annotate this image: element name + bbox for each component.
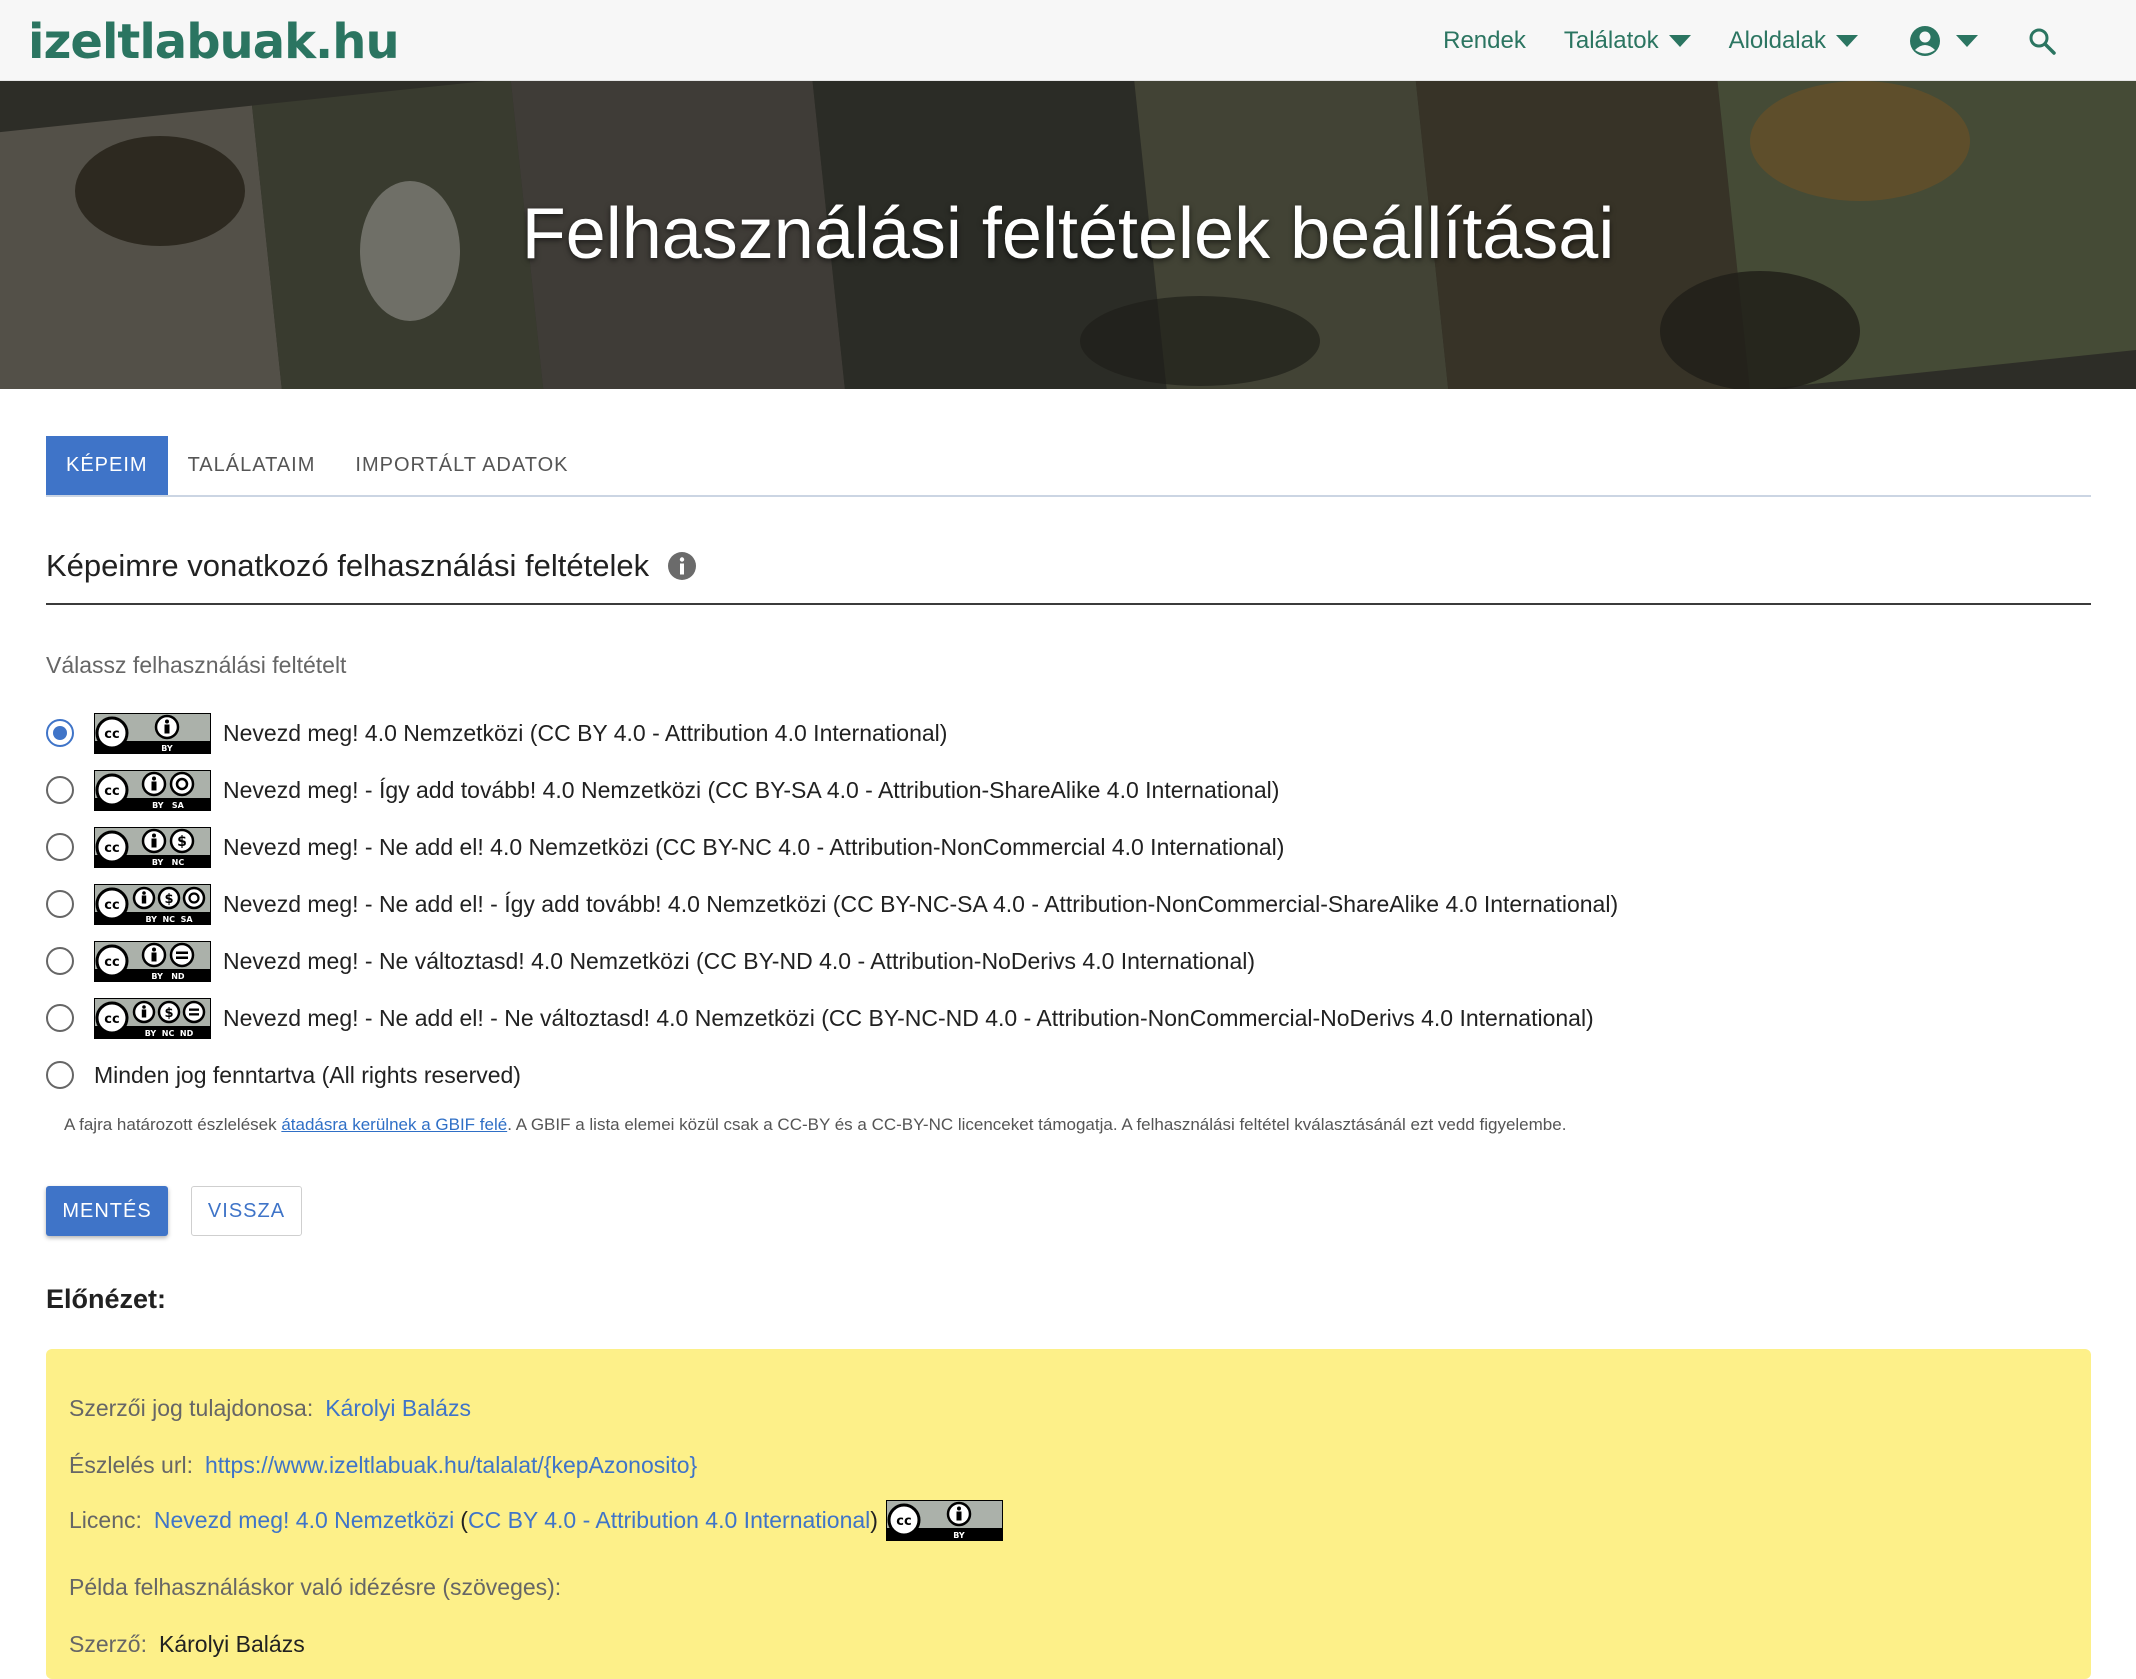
page-title: Felhasználási feltételek beállításai: [521, 194, 1615, 274]
tab-kepeim[interactable]: KÉPEIM: [46, 436, 168, 495]
svg-text:$: $: [177, 834, 187, 850]
radio-cc-by-nc-nd[interactable]: [46, 1004, 74, 1032]
caret-down-icon: [1668, 34, 1691, 47]
nav-item-label: Aloldalak: [1728, 26, 1826, 54]
save-button[interactable]: MENTÉS: [46, 1186, 168, 1236]
author-label: Szerző:: [69, 1631, 147, 1657]
cc-by-nc-nd-badge-icon: cc $ BY NC ND: [94, 997, 211, 1039]
copyright-label: Szerzői jog tulajdonosa:: [69, 1395, 314, 1421]
tab-importalt-adatok[interactable]: IMPORTÁLT ADATOK: [335, 436, 588, 495]
radio-cc-by-nc[interactable]: [46, 833, 74, 861]
radio-cc-by-nd[interactable]: [46, 947, 74, 975]
svg-text:BY NC: BY NC: [152, 858, 185, 867]
preview-copyright-row: Szerzői jog tulajdonosa: Károlyi Balázs: [69, 1395, 471, 1422]
user-circle-icon: [1910, 25, 1940, 56]
hero-banner: Felhasználási feltételek beállításai: [0, 81, 2136, 389]
svg-text:cc: cc: [104, 1012, 119, 1027]
license-option-label: Nevezd meg! 4.0 Nemzetközi (CC BY 4.0 - …: [223, 719, 948, 746]
section-divider: [46, 603, 2091, 605]
license-option-label: Nevezd meg! - Ne add el! - Így add továb…: [223, 890, 1619, 917]
preview-url-row: Észlelés url: https://www.izeltlabuak.hu…: [69, 1452, 697, 1479]
license-option-label: Nevezd meg! - Ne add el! - Ne változtasd…: [223, 1004, 1594, 1031]
radio-cc-by-nc-sa[interactable]: [46, 890, 74, 918]
license-option-cc-by[interactable]: cc BY Nevezd meg! 4.0 Nemzetközi (CC BY …: [46, 712, 1696, 754]
nav-item-rendek[interactable]: Rendek: [1443, 27, 1526, 55]
gbif-note-before: A fajra határozott észlelések: [64, 1115, 282, 1134]
license-option-cc-by-nc[interactable]: cc $ BY NC Nevezd meg! - Ne add el! 4.0 …: [46, 826, 1696, 868]
license-label: Licenc:: [69, 1507, 142, 1533]
info-icon[interactable]: [667, 551, 697, 581]
cc-by-badge-icon: cc BY: [94, 712, 211, 754]
search-button[interactable]: [2028, 27, 2056, 55]
author-value: Károlyi Balázs: [158, 1631, 305, 1657]
nav-item-aloldalak[interactable]: Aloldalak: [1729, 27, 1858, 55]
caret-down-icon: [1836, 34, 1858, 47]
cc-by-nc-sa-badge-icon: cc $ BY NC SA: [94, 883, 211, 925]
license-option-label: Nevezd meg! - Így add tovább! 4.0 Nemzet…: [223, 776, 1280, 803]
gbif-note: A fajra határozott észlelések átadásra k…: [64, 1115, 1566, 1135]
cc-by-badge-icon: cc BY: [885, 1500, 1003, 1541]
tab-talalataim[interactable]: TALÁLATAIM: [168, 436, 336, 495]
user-menu[interactable]: [1908, 24, 1978, 58]
nav-item-talalatok[interactable]: Találatok: [1564, 27, 1691, 55]
svg-text:BY ND: BY ND: [151, 972, 185, 981]
svg-text:cc: cc: [104, 727, 119, 742]
nav-item-label: Találatok: [1563, 26, 1659, 54]
choose-license-label: Válassz felhasználási feltételt: [46, 652, 347, 678]
preview-example-row: Példa felhasználáskor való idézésre (szö…: [69, 1574, 561, 1601]
cc-by-nd-badge-icon: cc BY ND: [94, 940, 211, 982]
cc-by-sa-badge-icon: cc BY SA: [94, 769, 211, 811]
section-title-text: Képeimre vonatkozó felhasználási feltéte…: [46, 548, 650, 583]
svg-text:BY SA: BY SA: [152, 801, 185, 810]
gbif-note-after: . A GBIF a lista elemei közül csak a CC-…: [507, 1115, 1567, 1134]
url-value[interactable]: https://www.izeltlabuak.hu/talalat/{kepA…: [205, 1452, 697, 1479]
svg-text:BY NC SA: BY NC SA: [145, 915, 193, 924]
svg-text:cc: cc: [104, 784, 119, 799]
navbar: izeltlabuak.hu Rendek Találatok Aloldala…: [0, 0, 2136, 81]
search-icon: [2029, 28, 2056, 55]
section-title: Képeimre vonatkozó felhasználási feltéte…: [46, 548, 697, 584]
example-label: Példa felhasználáskor való idézésre (szö…: [69, 1574, 562, 1600]
back-button[interactable]: VISSZA: [191, 1186, 302, 1236]
url-label: Észlelés url:: [69, 1452, 193, 1478]
license-paren-open: (: [460, 1507, 468, 1533]
nav-item-label: Rendek: [1443, 26, 1526, 54]
radio-all-rights-reserved[interactable]: [46, 1061, 74, 1089]
license-option-cc-by-nd[interactable]: cc BY ND Nevezd meg! - Ne változtasd! 4.…: [46, 940, 1696, 982]
license-option-label: Nevezd meg! - Ne változtasd! 4.0 Nemzetk…: [223, 947, 1256, 974]
svg-text:BY: BY: [161, 744, 173, 753]
site-logo[interactable]: izeltlabuak.hu: [28, 14, 400, 70]
license-option-cc-by-nc-nd[interactable]: cc $ BY NC ND Nevezd meg! - Ne add el! -…: [46, 997, 1696, 1039]
svg-text:BY NC ND: BY NC ND: [145, 1029, 194, 1038]
svg-text:BY: BY: [953, 1531, 965, 1540]
gbif-link[interactable]: átadásra kerülnek a GBIF felé: [281, 1115, 507, 1134]
preview-box: Szerzői jog tulajdonosa: Károlyi Balázs …: [46, 1349, 2091, 1679]
license-paren-close: ): [870, 1507, 878, 1533]
svg-text:$: $: [164, 1006, 173, 1021]
svg-text:cc: cc: [104, 955, 119, 970]
license-code-link[interactable]: CC BY 4.0 - Attribution 4.0 Internationa…: [468, 1507, 870, 1534]
copyright-value[interactable]: Károlyi Balázs: [325, 1395, 471, 1422]
svg-text:cc: cc: [896, 1514, 911, 1529]
caret-down-icon: [1956, 34, 1978, 47]
svg-text:$: $: [164, 892, 173, 907]
preview-title: Előnézet:: [46, 1284, 167, 1314]
radio-cc-by[interactable]: [46, 719, 74, 747]
license-option-label: Minden jog fenntartva (All rights reserv…: [94, 1061, 521, 1088]
license-option-label: Nevezd meg! - Ne add el! 4.0 Nemzetközi …: [223, 833, 1285, 860]
license-option-all-rights-reserved[interactable]: Minden jog fenntartva (All rights reserv…: [46, 1054, 1696, 1096]
preview-author-row: Szerző: Károlyi Balázs: [69, 1631, 305, 1658]
license-option-cc-by-sa[interactable]: cc BY SA Nevezd meg! - Így add tovább! 4…: [46, 769, 1696, 811]
license-name-link[interactable]: Nevezd meg! 4.0 Nemzetközi: [154, 1507, 454, 1534]
tab-bar: KÉPEIM TALÁLATAIM IMPORTÁLT ADATOK: [46, 436, 2091, 497]
svg-text:cc: cc: [104, 841, 119, 856]
radio-cc-by-sa[interactable]: [46, 776, 74, 804]
svg-text:cc: cc: [104, 898, 119, 913]
nav-items: Rendek Találatok Aloldalak: [1405, 0, 2056, 81]
license-option-cc-by-nc-sa[interactable]: cc $ BY NC SA Nevezd meg! - Ne add el! -…: [46, 883, 1696, 925]
cc-by-nc-badge-icon: cc $ BY NC: [94, 826, 211, 868]
preview-license-row: Licenc: Nevezd meg! 4.0 Nemzetközi (CC B…: [69, 1500, 1003, 1541]
